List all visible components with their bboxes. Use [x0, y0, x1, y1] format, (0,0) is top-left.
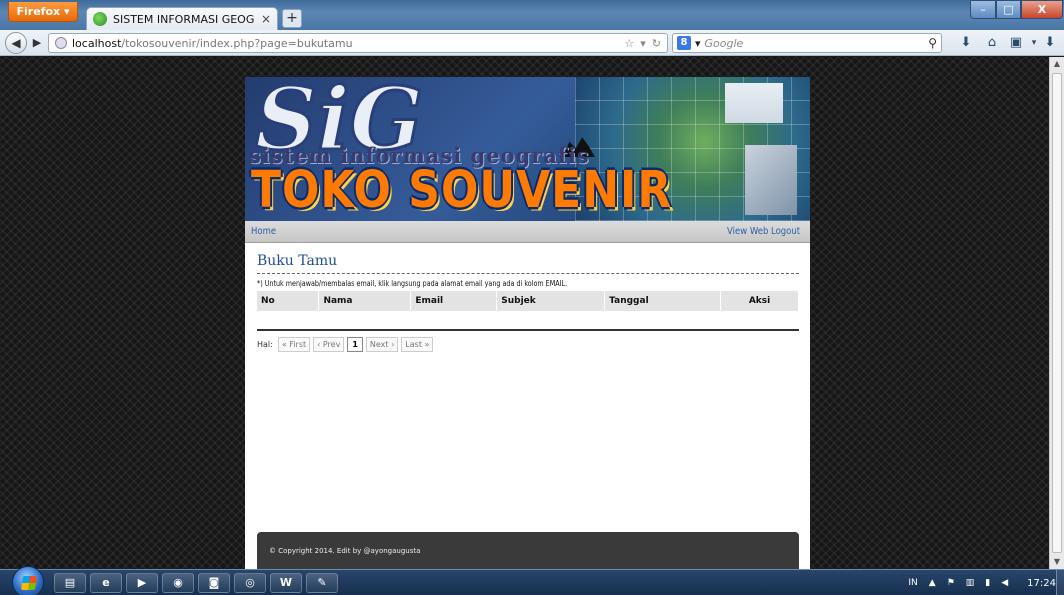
browser-navbar: ◀ ▶ localhost /tokosouvenir/index.php?pa…: [0, 30, 1064, 56]
site-container: SiG sistem informasi geografis TOKO SOUV…: [245, 77, 810, 570]
site-menu: Home View Web Logout: [245, 221, 810, 243]
menu-logout-link[interactable]: Logout: [771, 221, 800, 243]
header-banner: SiG sistem informasi geografis TOKO SOUV…: [245, 77, 810, 221]
taskbar-firefox-icon[interactable]: ◉: [162, 573, 194, 593]
table-header-row: No Nama Email Subjek Tanggal Aksi: [257, 291, 799, 311]
reload-icon[interactable]: ↻: [652, 37, 661, 50]
tray-expand-icon[interactable]: ▲: [929, 578, 936, 588]
main-content: Buku Tamu *) Untuk menjawab/membalas ema…: [257, 253, 799, 352]
network-icon[interactable]: ▥: [966, 578, 975, 588]
page-scrollbar[interactable]: ▲ ▼: [1049, 57, 1064, 569]
windows-taskbar: ▤ e ▶ ◉ ◙ ◎ W ✎ IN ▲ ⚑ ▥ ▮ ◀ 17:24: [0, 566, 1064, 595]
taskbar-word-icon[interactable]: W: [270, 573, 302, 593]
windows-logo-icon: [21, 576, 37, 590]
url-bar[interactable]: localhost /tokosouvenir/index.php?page=b…: [48, 33, 668, 53]
taskbar-ie-icon[interactable]: e: [90, 573, 122, 593]
taskbar-paint-icon[interactable]: ✎: [306, 573, 338, 593]
system-tray: IN ▲ ⚑ ▥ ▮ ◀ 17:24: [908, 570, 1056, 595]
browser-tab[interactable]: SISTEM INFORMASI GEOGRAFIS ×: [86, 7, 278, 30]
search-input[interactable]: Google: [705, 37, 925, 50]
volume-icon[interactable]: ◀: [1001, 578, 1008, 588]
pagination-next[interactable]: Next ›: [365, 337, 399, 352]
col-header-aksi: Aksi: [720, 291, 799, 311]
menu-view-web-link[interactable]: View Web: [727, 221, 768, 243]
guestbook-table: No Nama Email Subjek Tanggal Aksi: [257, 291, 799, 311]
pagination-first[interactable]: « First: [277, 337, 311, 352]
taskbar-media-player-icon[interactable]: ▶: [126, 573, 158, 593]
taskbar-app-icon[interactable]: ◙: [198, 573, 230, 593]
page-title: Buku Tamu: [257, 253, 799, 274]
screen-icon[interactable]: ▣: [1008, 35, 1024, 51]
start-button[interactable]: [12, 566, 44, 595]
scrollbar-thumb[interactable]: [1052, 73, 1062, 553]
col-header-tanggal: Tanggal: [604, 291, 722, 311]
pagination-current: 1: [347, 337, 363, 352]
search-bar[interactable]: 8 ▾ Google ⚲: [672, 33, 942, 53]
pagination-last[interactable]: Last »: [401, 337, 434, 352]
scroll-up-icon[interactable]: ▲: [1050, 57, 1064, 71]
browser-titlebar: Firefox ▾ SISTEM INFORMASI GEOGRAFIS × +…: [0, 0, 1064, 30]
col-header-nama: Nama: [318, 291, 412, 311]
download-icon[interactable]: ⬇: [958, 35, 974, 51]
taskbar-chrome-icon[interactable]: ◎: [234, 573, 266, 593]
dropdown-arrow-icon[interactable]: ▾: [640, 37, 646, 50]
firefox-menu-button[interactable]: Firefox ▾: [8, 2, 78, 22]
guestbook-note: *) Untuk menjawab/membalas email, klik l…: [257, 279, 568, 288]
banner-photo-tools: [745, 145, 797, 215]
home-icon[interactable]: ⌂: [984, 35, 1000, 51]
banner-title: TOKO SOUVENIR: [251, 161, 673, 220]
action-center-flag-icon[interactable]: ⚑: [947, 578, 955, 588]
url-host: localhost: [72, 36, 122, 50]
search-icon[interactable]: ⚲: [928, 36, 937, 50]
taskbar-clock[interactable]: 17:24: [1027, 578, 1056, 589]
search-engine-dropdown-icon[interactable]: ▾: [695, 37, 701, 50]
firefox-menu-label: Firefox: [16, 5, 61, 18]
show-desktop-button[interactable]: [1056, 570, 1064, 595]
col-header-subjek: Subjek: [496, 291, 606, 311]
pagination-prev[interactable]: ‹ Prev: [313, 337, 345, 352]
taskbar-explorer-icon[interactable]: ▤: [54, 573, 86, 593]
table-divider: [257, 329, 799, 331]
window-minimize-button[interactable]: –: [970, 0, 996, 19]
forward-arrow-icon[interactable]: ▶: [29, 35, 45, 51]
tab-title: SISTEM INFORMASI GEOGRAFIS: [113, 12, 255, 26]
col-header-email: Email: [410, 291, 498, 311]
search-engine-icon[interactable]: 8: [677, 36, 691, 50]
scroll-down-icon[interactable]: ▼: [1050, 555, 1064, 569]
tab-close-icon[interactable]: ×: [261, 12, 271, 26]
download-arrow-icon[interactable]: ⬇: [1042, 35, 1058, 51]
url-path: /tokosouvenir/index.php?page=bukutamu: [121, 36, 353, 50]
window-maximize-button[interactable]: □: [996, 0, 1021, 19]
dropdown-arrow-icon[interactable]: ▾: [1026, 35, 1042, 51]
pagination: Hal: « First ‹ Prev 1 Next › Last »: [257, 337, 799, 352]
col-header-no: No: [257, 291, 320, 311]
page-viewport: SiG sistem informasi geografis TOKO SOUV…: [0, 57, 1049, 570]
pagination-label: Hal:: [257, 340, 273, 349]
site-footer: © Copyright 2014. Edit by @ayongaugusta: [257, 532, 799, 570]
site-identity-icon[interactable]: [55, 37, 67, 49]
menu-home-link[interactable]: Home: [251, 221, 276, 243]
window-close-button[interactable]: X: [1021, 0, 1063, 19]
new-tab-button[interactable]: +: [282, 9, 302, 28]
back-arrow-icon[interactable]: ◀: [5, 32, 27, 54]
language-indicator[interactable]: IN: [908, 578, 917, 588]
battery-icon[interactable]: ▮: [985, 578, 990, 588]
globe-favicon-icon: [93, 12, 107, 26]
banner-photo-people: [725, 83, 783, 123]
bookmark-star-icon[interactable]: ☆: [624, 37, 634, 50]
